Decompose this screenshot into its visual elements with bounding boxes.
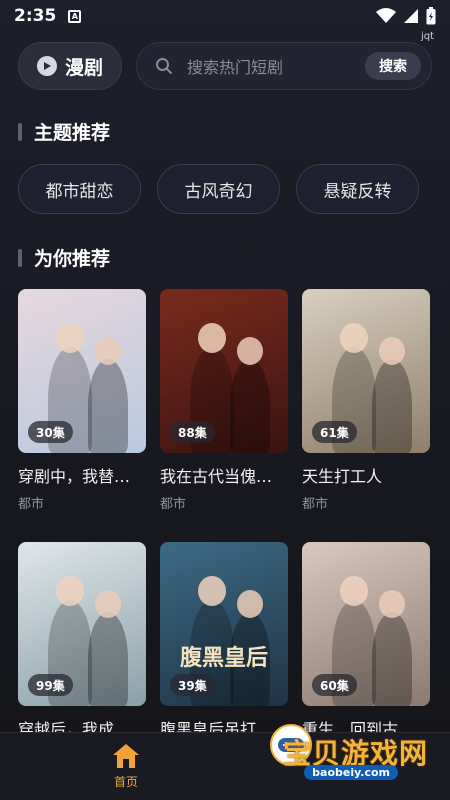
drama-category: 都市 [302, 497, 329, 512]
poster-figure [372, 359, 412, 453]
episode-count-badge: 60集 [312, 674, 357, 696]
watermark-url: baobeiy.com [304, 765, 398, 780]
poster-figure-head [198, 576, 226, 606]
status-tag: jqt [420, 31, 434, 42]
episode-count-badge: 99集 [28, 674, 73, 696]
poster-figure-head [95, 337, 121, 365]
signal-icon [404, 9, 418, 23]
nav-home-label: 首页 [113, 775, 138, 789]
play-icon [36, 56, 57, 76]
nav-home[interactable]: 首页 [106, 743, 146, 790]
notification-app-icon: A [68, 9, 82, 23]
episode-count-badge: 61集 [312, 421, 357, 443]
drama-card[interactable]: 30集 穿剧中，我替… 都市 [18, 289, 146, 512]
top-bar: 漫剧 搜索热门短剧 搜索 [18, 42, 432, 90]
home-icon [113, 744, 139, 768]
poster-figure-head [56, 576, 84, 606]
poster-figure [372, 612, 412, 706]
drama-poster[interactable]: 88集 [160, 289, 288, 453]
theme-chip-urban-romance[interactable]: 都市甜恋 [18, 164, 141, 214]
poster-figure-head [379, 337, 405, 365]
poster-figure-head [340, 323, 368, 353]
section-marker [18, 122, 22, 141]
recommend-section-label: 为你推荐 [34, 248, 111, 270]
theme-chip-suspense-twist[interactable]: 悬疑反转 [296, 164, 419, 214]
search-placeholder: 搜索热门短剧 [187, 58, 284, 77]
status-bar: 2:35 A [0, 0, 450, 32]
poster-caption: 腹黑皇后 [179, 645, 268, 671]
search-button[interactable]: 搜索 [365, 52, 421, 80]
episode-count-badge: 39集 [170, 674, 215, 696]
drama-category: 都市 [160, 497, 187, 512]
drama-title[interactable]: 我在古代当傀… [160, 463, 288, 487]
battery-icon [426, 7, 436, 25]
episode-count-badge: 30集 [28, 421, 73, 443]
wifi-icon [376, 8, 396, 23]
drama-poster[interactable]: 61集 [302, 289, 430, 453]
poster-figure [88, 359, 128, 453]
status-indicators [376, 7, 436, 25]
drama-card[interactable]: 99集 穿越后，我成… [18, 542, 146, 740]
episode-count-badge: 88集 [170, 421, 215, 443]
drama-title[interactable]: 天生打工人 [302, 463, 430, 487]
theme-section-label: 主题推荐 [34, 122, 111, 144]
poster-figure-head [237, 590, 263, 618]
drama-grid: 30集 穿剧中，我替… 都市 88集 我在古代当傀… 都市 61集 天生打工人 … [18, 289, 430, 740]
drama-poster[interactable]: 30集 [18, 289, 146, 453]
poster-figure-head [379, 590, 405, 618]
poster-figure-head [237, 337, 263, 365]
section-marker [18, 248, 22, 267]
theme-chip-row: 都市甜恋 古风奇幻 悬疑反转 [18, 164, 419, 214]
shortplay-tab[interactable]: 漫剧 [18, 42, 122, 90]
search-input[interactable]: 搜索热门短剧 搜索 [136, 42, 432, 90]
recommend-section-title: 为你推荐 [18, 244, 110, 271]
drama-category: 都市 [18, 497, 45, 512]
poster-figure-head [95, 590, 121, 618]
poster-figure-head [340, 576, 368, 606]
drama-card[interactable]: 88集 我在古代当傀… 都市 [160, 289, 288, 512]
poster-figure-head [56, 323, 84, 353]
poster-figure-head [198, 323, 226, 353]
drama-poster[interactable]: 腹黑皇后 39集 [160, 542, 288, 706]
drama-card[interactable]: 腹黑皇后 39集 腹黑皇后吊打… [160, 542, 288, 740]
theme-section-title: 主题推荐 [18, 118, 110, 145]
poster-figure [230, 359, 270, 453]
theme-chip-ancient-fantasy[interactable]: 古风奇幻 [157, 164, 280, 214]
search-icon [156, 58, 172, 74]
drama-card[interactable]: 61集 天生打工人 都市 [302, 289, 430, 512]
drama-poster[interactable]: 99集 [18, 542, 146, 706]
poster-figure [88, 612, 128, 706]
drama-card[interactable]: 60集 重生…回到古… [302, 542, 430, 740]
shortplay-tab-label: 漫剧 [64, 56, 103, 79]
drama-poster[interactable]: 60集 [302, 542, 430, 706]
drama-title[interactable]: 穿剧中，我替… [18, 463, 146, 487]
status-time: 2:35 [14, 6, 57, 26]
